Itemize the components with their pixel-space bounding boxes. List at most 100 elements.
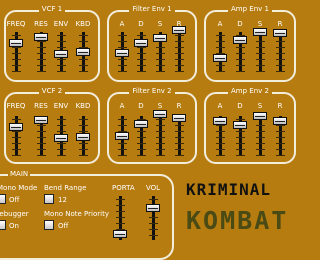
- filter-env1-title: Filter Env 1: [129, 5, 175, 13]
- slider-tick: [156, 59, 165, 60]
- slider-tick: [276, 71, 285, 72]
- slider-track: [178, 32, 181, 72]
- slider-tick: [57, 155, 66, 156]
- slider-tick: [37, 143, 46, 144]
- slider-tick: [175, 143, 184, 144]
- slider-handle[interactable]: [253, 112, 267, 120]
- bend-range-stepper[interactable]: [44, 194, 54, 204]
- mono-note-priority-toggle[interactable]: [44, 220, 54, 230]
- slider-tick: [37, 149, 46, 150]
- slider-tick: [118, 41, 127, 42]
- slider-tick: [175, 155, 184, 156]
- slider-handle[interactable]: [172, 114, 186, 122]
- slider-tick: [79, 71, 88, 72]
- slider-handle[interactable]: [54, 50, 68, 58]
- slider-tick: [79, 65, 88, 66]
- slider-handle[interactable]: [153, 110, 167, 118]
- slider-handle[interactable]: [153, 34, 167, 42]
- mono-mode-toggle[interactable]: [0, 194, 6, 204]
- slider-tick: [37, 53, 46, 54]
- slider-handle[interactable]: [115, 132, 129, 140]
- slider-handle[interactable]: [115, 49, 129, 57]
- slider-tick: [276, 47, 285, 48]
- slider-handle[interactable]: [172, 26, 186, 34]
- slider-handle[interactable]: [134, 120, 148, 128]
- vcf1-title: VCF 1: [38, 5, 66, 13]
- slider-handle[interactable]: [76, 133, 90, 141]
- slider-tick: [79, 131, 88, 132]
- slider-tick: [118, 35, 127, 36]
- slider-track: [178, 116, 181, 156]
- bend-range-label: Bend Range: [44, 184, 87, 192]
- slider-tick: [156, 149, 165, 150]
- slider-tick: [116, 211, 125, 212]
- mono-mode-value: Off: [9, 196, 20, 204]
- slider-tick: [12, 155, 21, 156]
- slider-tick: [216, 35, 225, 36]
- slider-tick: [118, 47, 127, 48]
- slider-tick: [57, 149, 66, 150]
- slider-tick: [149, 223, 158, 224]
- slider-handle[interactable]: [146, 204, 160, 212]
- vcf2-freq-label: FREQ: [6, 102, 26, 110]
- slider-handle[interactable]: [273, 29, 287, 37]
- slider-handle[interactable]: [9, 123, 23, 131]
- slider-handle[interactable]: [253, 28, 267, 36]
- slider-tick: [149, 235, 158, 236]
- slider-handle[interactable]: [213, 54, 227, 62]
- slider-handle[interactable]: [34, 33, 48, 41]
- slider-tick: [175, 137, 184, 138]
- slider-tick: [156, 71, 165, 72]
- slider-tick: [37, 137, 46, 138]
- slider-tick: [118, 59, 127, 60]
- debugger-toggle[interactable]: [0, 220, 6, 230]
- slider-handle[interactable]: [9, 39, 23, 47]
- slider-handle[interactable]: [134, 39, 148, 47]
- slider-tick: [256, 65, 265, 66]
- mono-mode-label: Mono Mode: [0, 184, 38, 192]
- slider-tick: [118, 119, 127, 120]
- slider-tick: [37, 155, 46, 156]
- slider-tick: [79, 155, 88, 156]
- slider-tick: [276, 65, 285, 66]
- slider-track: [140, 32, 143, 72]
- slider-handle[interactable]: [233, 121, 247, 129]
- slider-tick: [216, 125, 225, 126]
- slider-handle[interactable]: [113, 230, 127, 238]
- slider-tick: [256, 47, 265, 48]
- slider-tick: [236, 47, 245, 48]
- slider-tick: [79, 41, 88, 42]
- slider-tick: [118, 125, 127, 126]
- slider-tick: [118, 65, 127, 66]
- slider-handle[interactable]: [76, 48, 90, 56]
- mono-note-priority-value: Off: [58, 222, 69, 230]
- slider-tick: [276, 143, 285, 144]
- slider-tick: [175, 149, 184, 150]
- slider-tick: [256, 149, 265, 150]
- slider-tick: [137, 155, 146, 156]
- slider-tick: [137, 149, 146, 150]
- slider-tick: [236, 137, 245, 138]
- slider-handle[interactable]: [273, 117, 287, 125]
- slider-tick: [216, 65, 225, 66]
- slider-tick: [175, 131, 184, 132]
- slider-tick: [156, 143, 165, 144]
- porta-label: PORTA: [112, 184, 135, 192]
- slider-tick: [37, 41, 46, 42]
- slider-handle[interactable]: [233, 36, 247, 44]
- slider-tick: [37, 71, 46, 72]
- slider-tick: [175, 65, 184, 66]
- slider-track: [15, 116, 18, 156]
- brand-kombat: KOMBAT: [186, 206, 289, 235]
- slider-tick: [12, 119, 21, 120]
- slider-tick: [116, 223, 125, 224]
- slider-tick: [37, 125, 46, 126]
- slider-handle[interactable]: [213, 117, 227, 125]
- slider-tick: [236, 119, 245, 120]
- slider-tick: [12, 131, 21, 132]
- slider-handle[interactable]: [34, 116, 48, 124]
- slider-tick: [276, 53, 285, 54]
- slider-tick: [256, 155, 265, 156]
- slider-tick: [276, 155, 285, 156]
- slider-handle[interactable]: [54, 134, 68, 142]
